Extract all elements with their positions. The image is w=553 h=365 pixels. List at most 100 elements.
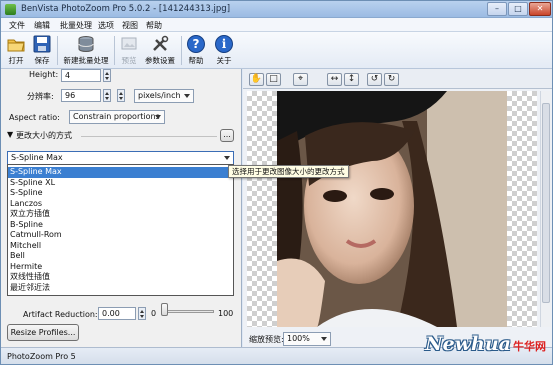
dropdown-option[interactable]: S-Spline Max [8,167,233,178]
menu-file[interactable]: 文件 [9,20,25,31]
rotate-left-icon[interactable]: ↺ [367,73,382,86]
menu-edit[interactable]: 编辑 [34,20,50,31]
fit-width-icon[interactable]: ↔ [327,73,342,86]
chevron-down-icon [155,115,161,119]
help-button[interactable]: ? 帮助 [185,34,207,67]
artifact-reduction-slider-track[interactable] [166,310,214,313]
save-button[interactable]: 保存 [31,34,53,67]
resize-method-dropdown-list: S-Spline Max S-Spline XL S-Spline Lanczo… [7,164,234,296]
rotate-right-icon[interactable]: ↻ [384,73,399,86]
resolution-spinner[interactable] [103,89,111,102]
dropdown-option[interactable]: Mitchell [8,241,233,252]
scrollbar-thumb[interactable] [542,103,550,303]
artifact-max-label: 100 [218,309,234,318]
resolution-unit-select[interactable]: pixels/inch [134,89,194,103]
portrait-photo [277,91,507,327]
resize-method-selected-value: S-Spline Max [11,153,63,162]
zoom-select[interactable]: 100% [283,332,331,346]
menu-options[interactable]: 选项 [98,20,114,31]
dropdown-option[interactable]: Hermite [8,262,233,273]
window-title: BenVista PhotoZoom Pro 5.0.2 - [14124431… [21,4,231,14]
artifact-reduction-spinner[interactable] [138,307,146,320]
status-text: PhotoZoom Pro 5 [7,352,76,361]
zoom-label: 缩放预览: [249,335,284,344]
artifact-reduction-input[interactable]: 0.00 [98,307,136,320]
preview-vertical-scrollbar[interactable] [540,91,551,327]
chevron-down-icon [321,337,327,341]
app-logo-icon [5,4,16,15]
crop-select-icon[interactable]: □ [266,73,281,86]
resize-profiles-button[interactable]: Resize Profiles... [7,324,79,341]
toolbar: 打开 保存 新建批量处理 预览 参数设置 ? 帮助 i 关于 [1,32,552,69]
question-icon: ? [186,34,206,54]
hand-tool-icon[interactable]: ✋ [249,73,264,86]
settings-label: 参数设置 [145,56,175,65]
help-label: 帮助 [188,56,204,65]
menu-bar: 文件 编辑 批量处理 选项 视图 帮助 [1,18,552,32]
resize-method-select[interactable]: S-Spline Max [7,151,234,165]
dropdown-option[interactable]: 最近邻近法 [8,283,233,294]
close-button[interactable]: ✕ [529,2,551,16]
folder-open-icon [6,34,26,54]
aspect-ratio-select[interactable]: Constrain proportions [69,110,165,124]
dropdown-option[interactable]: Catmull-Rom [8,230,233,241]
svg-text:?: ? [193,37,200,51]
open-label: 打开 [8,56,24,65]
aspect-ratio-value: Constrain proportions [73,112,160,121]
watermark-cn: 牛华网 [513,340,546,353]
info-icon: i [214,34,234,54]
resize-method-section-title: 更改大小的方式 [16,131,72,140]
open-button[interactable]: 打开 [5,34,27,67]
resize-method-more-button[interactable]: ... [220,129,234,142]
height-input[interactable]: 4 [61,69,101,82]
chevron-down-icon [184,94,190,98]
menu-help[interactable]: 帮助 [146,20,162,31]
dropdown-option[interactable]: Bell [8,251,233,262]
app-window: BenVista PhotoZoom Pro 5.0.2 - [14124431… [0,0,553,365]
watermark-latin: Newhua [425,333,511,355]
database-icon [76,34,96,54]
resolution-unit-value: pixels/inch [138,91,181,100]
artifact-reduction-slider-thumb[interactable] [161,303,168,316]
menu-view[interactable]: 视图 [122,20,138,31]
svg-text:i: i [222,37,227,51]
minimize-button[interactable]: – [487,2,507,16]
maximize-button[interactable]: □ [508,2,528,16]
settings-button[interactable]: 参数设置 [143,34,177,67]
resolution-unit-spinner[interactable] [117,89,125,102]
about-label: 关于 [216,56,232,65]
floppy-disk-icon [32,34,52,54]
dropdown-option[interactable]: S-Spline XL [8,178,233,189]
save-label: 保存 [34,56,50,65]
crop-icon[interactable]: ⌖ [293,73,308,86]
preview-canvas[interactable] [247,91,537,327]
artifact-reduction-label: Artifact Reduction: [23,310,98,319]
toolbar-separator [114,36,115,65]
dropdown-option[interactable]: S-Spline [8,188,233,199]
new-batch-button[interactable]: 新建批量处理 [61,34,111,67]
new-batch-label: 新建批量处理 [63,56,109,65]
chevron-down-icon [224,156,230,160]
dropdown-option[interactable]: B-Spline [8,220,233,231]
artifact-min-label: 0 [151,309,157,318]
resize-method-tooltip: 选择用于更改图像大小的更改方式 [228,165,349,178]
zoom-value: 100% [287,334,310,343]
height-label: Height: [29,70,59,79]
resolution-input[interactable]: 96 [61,89,101,102]
preview-icon [119,34,139,54]
preview-button[interactable]: 预览 [118,34,140,67]
about-button[interactable]: i 关于 [213,34,235,67]
fit-height-icon[interactable]: ↕ [344,73,359,86]
height-spinner[interactable] [103,69,111,82]
menu-batch[interactable]: 批量处理 [60,20,92,31]
dropdown-option[interactable]: Lanczos [8,199,233,210]
resolution-label: 分辨率: [27,92,54,101]
section-collapse-icon[interactable]: ▼ [7,130,13,139]
dropdown-option[interactable]: 双立方插值 [8,209,233,220]
aspect-ratio-label: Aspect ratio: [9,113,60,122]
view-toolbar: ✋ □ ⌖ ↔ ↕ ↺ ↻ [243,69,552,89]
toolbar-separator [57,36,58,65]
preview-panel: ✋ □ ⌖ ↔ ↕ ↺ ↻ 缩放预览: 100% [243,69,552,347]
dropdown-option[interactable]: 双线性插值 [8,272,233,283]
title-bar: BenVista PhotoZoom Pro 5.0.2 - [14124431… [1,1,552,18]
